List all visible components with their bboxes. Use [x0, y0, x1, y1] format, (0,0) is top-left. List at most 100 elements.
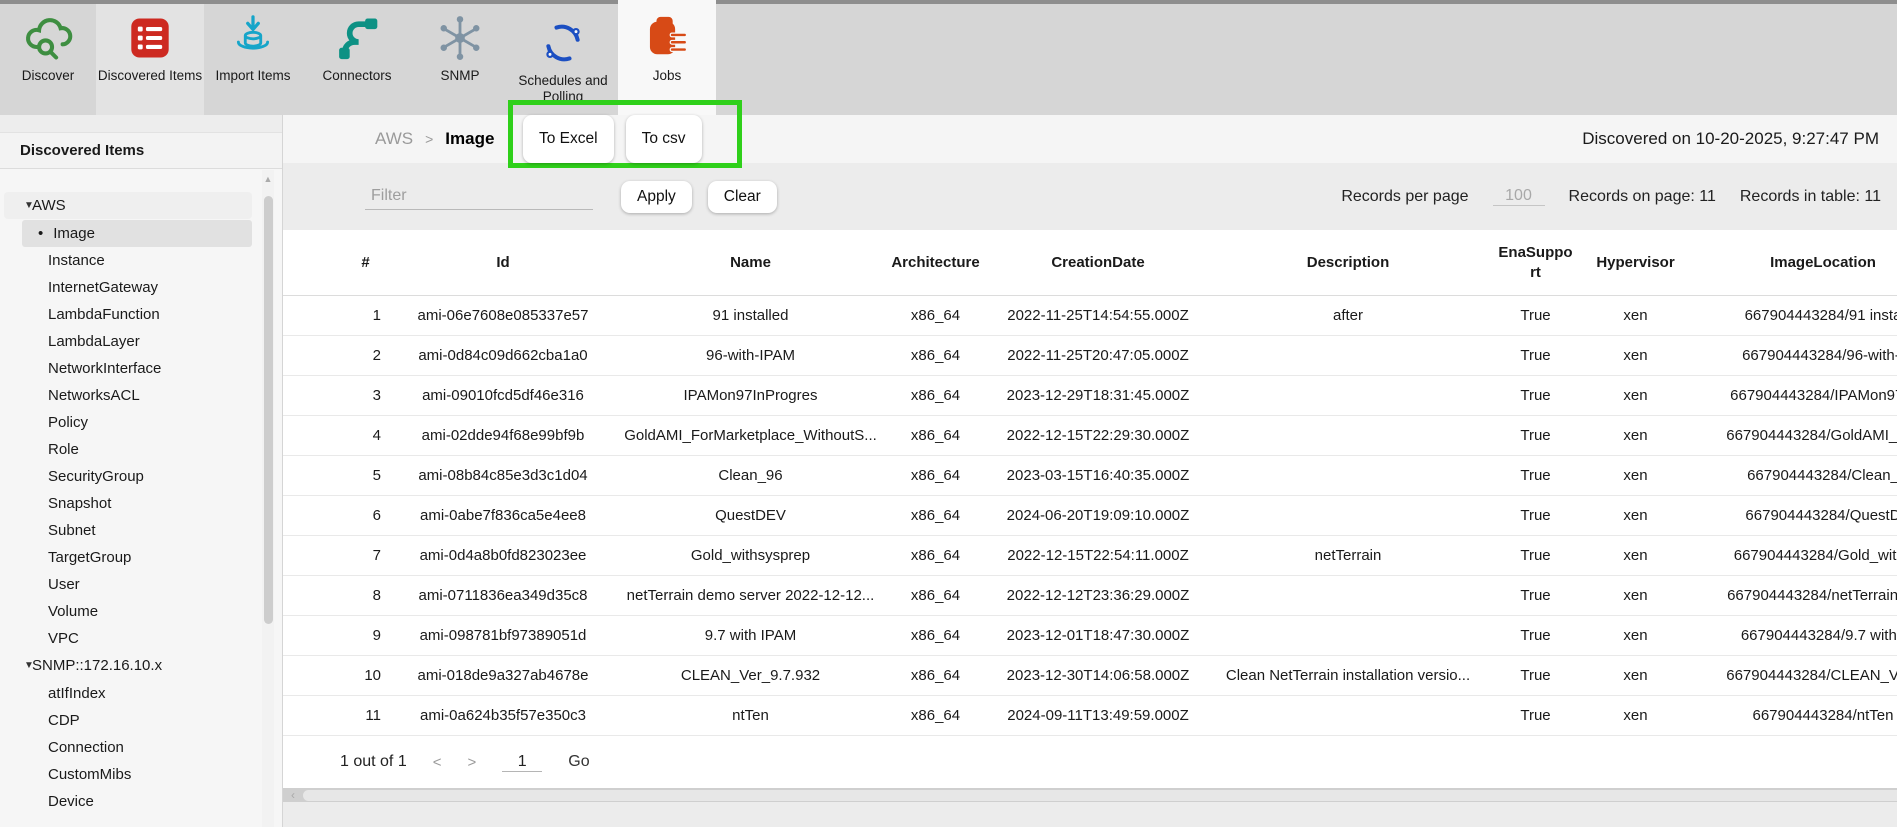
table-cell: 9: [338, 616, 393, 655]
caret-down-icon[interactable]: ▼: [12, 660, 32, 671]
column-header-creationdate[interactable]: CreationDate: [983, 230, 1213, 295]
clear-button[interactable]: Clear: [708, 181, 777, 213]
tree-item-lambdafunction[interactable]: LambdaFunction: [0, 301, 252, 328]
column-header--[interactable]: #: [338, 230, 393, 295]
tree-item-securitygroup[interactable]: SecurityGroup: [0, 463, 252, 490]
table-cell: True: [1483, 376, 1588, 415]
column-header-hypervisor[interactable]: Hypervisor: [1588, 230, 1683, 295]
tree-item-subnet[interactable]: Subnet: [0, 517, 252, 544]
export-highlight-box: To Excel To csv: [508, 100, 742, 168]
toolbar-button-connectors[interactable]: Connectors: [302, 4, 412, 115]
to-excel-button[interactable]: To Excel: [523, 115, 614, 163]
table-cell: xen: [1588, 496, 1683, 535]
toolbar-button-discovered-items[interactable]: Discovered Items: [96, 4, 204, 115]
column-header-enasupport[interactable]: EnaSupport: [1483, 230, 1588, 295]
table-cell: 2023-12-29T18:31:45.000Z: [983, 376, 1213, 415]
breadcrumb-parent[interactable]: AWS: [375, 129, 413, 149]
table-cell: 1: [338, 296, 393, 335]
tree-item-internetgateway[interactable]: InternetGateway: [0, 274, 252, 301]
table-row[interactable]: 4ami-02dde94f68e99bf9bGoldAMI_ForMarketp…: [283, 416, 1897, 456]
horizontal-scrollbar[interactable]: ‹: [283, 788, 1897, 802]
tree-item-connection[interactable]: Connection: [0, 734, 252, 761]
table-cell: ami-08b84c85e3d3c1d04: [393, 456, 613, 495]
table-row[interactable]: 1ami-06e7608e085337e5791 installedx86_64…: [283, 296, 1897, 336]
toolbar-button-discover[interactable]: Discover: [0, 4, 96, 115]
column-header-name[interactable]: Name: [613, 230, 888, 295]
table-cell: 2022-12-15T22:29:30.000Z: [983, 416, 1213, 455]
tree-item-volume[interactable]: Volume: [0, 598, 252, 625]
tree-item-user[interactable]: User: [0, 571, 252, 598]
sidebar-scrollbar[interactable]: ▲: [262, 170, 274, 827]
tree-item-targetgroup[interactable]: TargetGroup: [0, 544, 252, 571]
table-cell: 667904443284/9.7 with I: [1683, 616, 1897, 655]
column-header-description[interactable]: Description: [1213, 230, 1483, 295]
tree-item-image[interactable]: •Image: [22, 220, 252, 247]
column-header-id[interactable]: Id: [393, 230, 613, 295]
page-summary: 1 out of 1: [340, 753, 407, 771]
tree-item-label: Subnet: [48, 522, 96, 539]
table-row[interactable]: 3ami-09010fcd5df46e316IPAMon97InProgresx…: [283, 376, 1897, 416]
tree-item-label: SNMP::172.16.10.x: [32, 657, 162, 674]
toolbar-button-schedules-and-polling[interactable]: Schedules and Polling: [508, 4, 618, 115]
table-row[interactable]: 9ami-098781bf97389051d9.7 with IPAMx86_6…: [283, 616, 1897, 656]
tree-item-networkinterface[interactable]: NetworkInterface: [0, 355, 252, 382]
table-cell: x86_64: [888, 296, 983, 335]
tree-item-aws[interactable]: ▼AWS: [4, 192, 252, 219]
caret-down-icon[interactable]: ▼: [12, 200, 32, 211]
table-row[interactable]: 10ami-018de9a327ab4678eCLEAN_Ver_9.7.932…: [283, 656, 1897, 696]
table-cell: [1213, 616, 1483, 655]
tree-item-label: atIfIndex: [48, 685, 106, 702]
tree-item-device[interactable]: Device: [0, 788, 252, 815]
tree-item-label: LambdaFunction: [48, 306, 160, 323]
table-cell: x86_64: [888, 336, 983, 375]
table-row[interactable]: 7ami-0d4a8b0fd823023eeGold_withsysprepx8…: [283, 536, 1897, 576]
apply-button[interactable]: Apply: [621, 181, 692, 213]
toolbar-button-snmp[interactable]: SNMP: [412, 4, 508, 115]
prev-page-button[interactable]: <: [433, 754, 442, 771]
table-cell: ami-09010fcd5df46e316: [393, 376, 613, 415]
toolbar-label: Discover: [22, 68, 75, 84]
next-page-button[interactable]: >: [467, 754, 476, 771]
table-row[interactable]: 2ami-0d84c09d662cba1a096-with-IPAMx86_64…: [283, 336, 1897, 376]
page-number-input[interactable]: [502, 753, 542, 772]
table-cell: Clean_96: [613, 456, 888, 495]
tree-item-label: Device: [48, 793, 94, 810]
scrollbar-thumb[interactable]: [264, 196, 273, 624]
toolbar-label: Jobs: [653, 68, 682, 84]
tree-item-instance[interactable]: Instance: [0, 247, 252, 274]
tree-item-label: Role: [48, 441, 79, 458]
table-cell: x86_64: [888, 536, 983, 575]
table-cell: 7: [338, 536, 393, 575]
to-csv-button[interactable]: To csv: [626, 115, 702, 163]
snmp-network-icon: [434, 12, 486, 64]
table-row[interactable]: 6ami-0abe7f836ca5e4ee8QuestDEVx86_642024…: [283, 496, 1897, 536]
horizontal-scrollbar-thumb[interactable]: [303, 790, 1897, 801]
tree-item-snmp-172-16-10-x[interactable]: ▼SNMP::172.16.10.x: [4, 652, 252, 679]
table-cell: x86_64: [888, 576, 983, 615]
tree-item-policy[interactable]: Policy: [0, 409, 252, 436]
tree-item-cdp[interactable]: CDP: [0, 707, 252, 734]
go-button[interactable]: Go: [568, 753, 589, 771]
column-header-imagelocation[interactable]: ImageLocation: [1683, 230, 1897, 295]
table-cell: True: [1483, 496, 1588, 535]
tree-item-atifindex[interactable]: atIfIndex: [0, 680, 252, 707]
tree-item-lambdalayer[interactable]: LambdaLayer: [0, 328, 252, 355]
tree-item-label: User: [48, 576, 80, 593]
toolbar-button-import-items[interactable]: Import Items: [204, 4, 302, 115]
tree-item-vpc[interactable]: VPC: [0, 625, 252, 652]
table-row[interactable]: 5ami-08b84c85e3d3c1d04Clean_96x86_642023…: [283, 456, 1897, 496]
table-row[interactable]: 8ami-0711836ea349d35c8netTerrain demo se…: [283, 576, 1897, 616]
table-row[interactable]: 11ami-0a624b35f57e350c3ntTenx86_642024-0…: [283, 696, 1897, 736]
scrollbar-left-icon[interactable]: ‹: [285, 788, 301, 802]
column-header-architecture[interactable]: Architecture: [888, 230, 983, 295]
table-cell: xen: [1588, 296, 1683, 335]
tree-item-snapshot[interactable]: Snapshot: [0, 490, 252, 517]
tree-item-role[interactable]: Role: [0, 436, 252, 463]
toolbar-button-jobs[interactable]: Jobs: [618, 0, 716, 115]
tree-item-custommibs[interactable]: CustomMibs: [0, 761, 252, 788]
tree-item-networksacl[interactable]: NetworksACL: [0, 382, 252, 409]
filter-input[interactable]: [365, 183, 593, 210]
records-per-page-input[interactable]: [1493, 187, 1545, 206]
table-cell: GoldAMI_ForMarketplace_WithoutS...: [613, 416, 888, 455]
scrollbar-up-icon[interactable]: ▲: [262, 170, 274, 188]
